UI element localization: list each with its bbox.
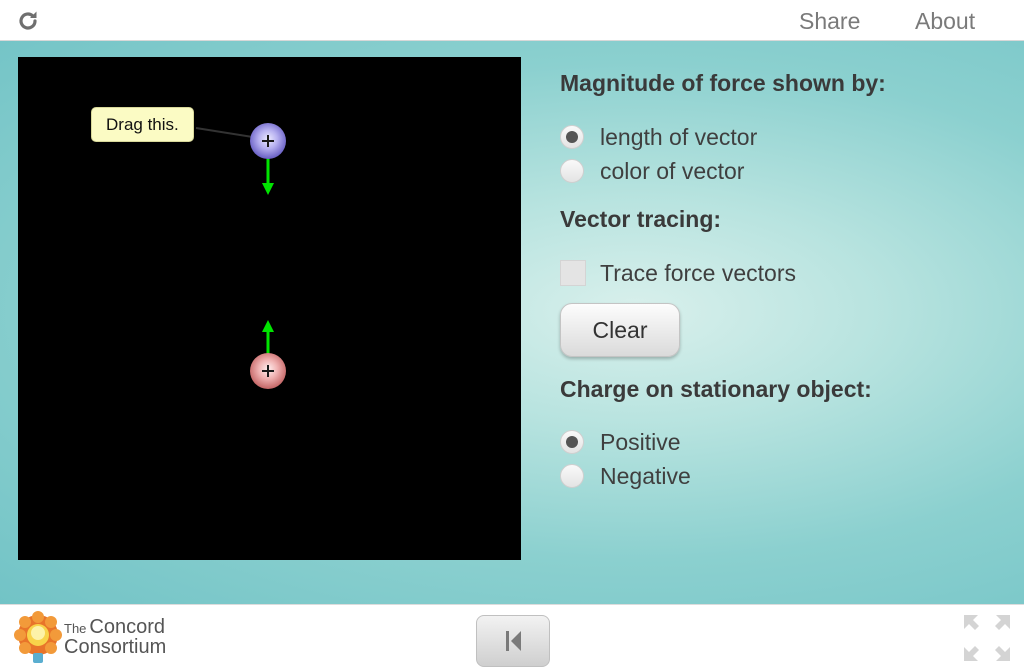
charge-heading: Charge on stationary object: bbox=[560, 376, 872, 402]
logo-concord: Concord bbox=[89, 616, 166, 638]
stationary-charge bbox=[250, 353, 286, 389]
top-bar: Share About bbox=[0, 0, 1024, 41]
footer: The Concord Consortium bbox=[0, 604, 1024, 671]
charge-sign-vertical bbox=[267, 365, 269, 377]
radio-label: length of vector bbox=[600, 123, 758, 150]
radio-negative[interactable]: Negative bbox=[560, 461, 691, 491]
concord-logo-icon[interactable] bbox=[12, 611, 64, 667]
radio-button[interactable] bbox=[560, 125, 584, 149]
reset-button[interactable] bbox=[476, 615, 550, 667]
radio-label: Positive bbox=[600, 428, 681, 455]
tracing-heading: Vector tracing: bbox=[560, 206, 722, 232]
reload-icon[interactable] bbox=[16, 9, 40, 33]
logo-the: The bbox=[64, 621, 87, 636]
simulation-canvas[interactable]: Drag this. bbox=[18, 57, 521, 560]
radio-button[interactable] bbox=[560, 430, 584, 454]
radio-button[interactable] bbox=[560, 159, 584, 183]
drag-tooltip: Drag this. bbox=[91, 107, 194, 142]
main-area: Drag this. Magnitude of force shown by: … bbox=[0, 41, 1024, 604]
fullscreen-icon[interactable] bbox=[962, 613, 1012, 663]
radio-positive[interactable]: Positive bbox=[560, 427, 681, 457]
radio-length-of-vector[interactable]: length of vector bbox=[560, 122, 757, 152]
trace-checkbox[interactable] bbox=[560, 260, 586, 286]
mobile-charge[interactable] bbox=[250, 123, 286, 159]
clear-button[interactable]: Clear bbox=[560, 303, 680, 357]
radio-label: Negative bbox=[600, 462, 691, 489]
share-link[interactable]: Share bbox=[799, 8, 860, 35]
skip-back-icon bbox=[506, 631, 521, 651]
logo-text: The Concord Consortium bbox=[64, 616, 167, 658]
magnitude-heading: Magnitude of force shown by: bbox=[560, 70, 886, 96]
checkbox-label: Trace force vectors bbox=[600, 259, 796, 286]
about-link[interactable]: About bbox=[915, 8, 975, 35]
radio-button[interactable] bbox=[560, 464, 584, 488]
charge-sign-vertical bbox=[267, 135, 269, 147]
trace-force-vectors-option[interactable]: Trace force vectors bbox=[560, 258, 796, 288]
radio-color-of-vector[interactable]: color of vector bbox=[560, 156, 744, 186]
logo-consortium: Consortium bbox=[64, 636, 167, 658]
radio-label: color of vector bbox=[600, 157, 745, 184]
